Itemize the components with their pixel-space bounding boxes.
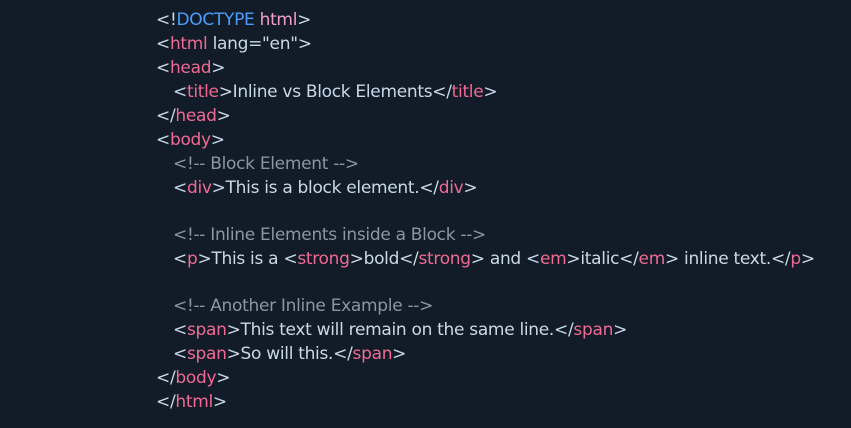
token-tag: span xyxy=(352,344,393,364)
token-text: Inline vs Block Elements xyxy=(232,82,433,102)
code-line-body-open: <body> xyxy=(156,128,815,152)
token-punct: > xyxy=(212,392,227,412)
token-text: inline text. xyxy=(678,249,771,269)
token-text: italic xyxy=(580,249,620,269)
token-punct: </ xyxy=(156,368,176,388)
code-line-doctype: <!DOCTYPE html> xyxy=(156,8,815,32)
token-text: This text will remain on the same line. xyxy=(240,320,555,340)
code-line-comment-block: <!-- Block Element --> xyxy=(156,152,815,176)
token-punct: > xyxy=(664,249,679,269)
token-tag: span xyxy=(573,320,614,340)
token-tag: div xyxy=(186,178,212,198)
code-line-head-close: </head> xyxy=(156,104,815,128)
token-punct: > xyxy=(349,249,364,269)
code-line-span-1: <span>This text will remain on the same … xyxy=(156,318,815,342)
token-punct: > xyxy=(211,58,226,78)
token-tag: html xyxy=(175,392,213,412)
token-punct: < xyxy=(173,249,187,269)
code-line-body-close: </body> xyxy=(156,366,815,390)
token-text: This is a xyxy=(211,249,284,269)
token-punct: < xyxy=(526,249,540,269)
token-punct: > xyxy=(463,178,478,198)
token-punct: > xyxy=(210,130,225,150)
token-punct: > xyxy=(483,82,498,102)
token-tag: p xyxy=(790,249,801,269)
code-line-span-2: <span>So will this.</span> xyxy=(156,342,815,366)
code-line-comment-another: <!-- Another Inline Example --> xyxy=(156,294,815,318)
token-punct: > xyxy=(613,320,628,340)
token-punct: > xyxy=(470,249,485,269)
token-punct: < xyxy=(283,249,298,269)
token-comment: <!-- Inline Elements inside a Block --> xyxy=(173,225,486,245)
token-punct: > xyxy=(226,320,241,340)
token-punct: > xyxy=(226,344,241,364)
token-punct: > xyxy=(566,249,581,269)
token-doctype-keyword: DOCTYPE xyxy=(176,10,255,30)
token-tag: head xyxy=(169,58,212,78)
code-editor[interactable]: <!DOCTYPE html> <html lang="en"> <head> … xyxy=(0,0,851,428)
code-line-html-close: </html> xyxy=(156,390,815,414)
token-punct: </ xyxy=(333,344,353,364)
token-punct: < xyxy=(173,82,187,102)
token-punct: </ xyxy=(399,249,419,269)
code-line-paragraph: <p>This is a <strong>bold</strong> and <… xyxy=(156,247,815,271)
token-punct: <! xyxy=(156,10,177,30)
token-punct: </ xyxy=(770,249,791,269)
token-punct: </ xyxy=(619,249,639,269)
token-punct: </ xyxy=(156,106,176,126)
token-punct: < xyxy=(156,58,170,78)
token-tag: title xyxy=(451,82,484,102)
token-punct: > xyxy=(218,82,233,102)
token-text: and xyxy=(484,249,527,269)
token-comment: <!-- Block Element --> xyxy=(173,154,359,174)
token-punct: < xyxy=(173,320,187,340)
token-punct: </ xyxy=(419,178,439,198)
token-text: This is a block element. xyxy=(225,178,420,198)
token-punct: > xyxy=(297,10,312,30)
token-tag: p xyxy=(186,249,198,269)
token-punct: > xyxy=(297,34,312,54)
token-punct: < xyxy=(173,178,187,198)
code-line-head-open: <head> xyxy=(156,56,815,80)
token-doctype-name: html xyxy=(259,10,298,30)
code-line-comment-inline: <!-- Inline Elements inside a Block --> xyxy=(156,223,815,247)
token-tag: body xyxy=(169,130,211,150)
token-tag: body xyxy=(175,368,217,388)
token-tag: head xyxy=(175,106,217,126)
code-line-html-open: <html lang="en"> xyxy=(156,32,815,56)
token-tag: span xyxy=(186,344,227,364)
token-tag: html xyxy=(169,34,208,54)
token-text: So will this. xyxy=(240,344,334,364)
token-punct: > xyxy=(800,249,815,269)
token-attribute: lang="en" xyxy=(207,34,298,54)
token-tag: strong xyxy=(297,249,350,269)
code-block[interactable]: <!DOCTYPE html> <html lang="en"> <head> … xyxy=(156,8,815,414)
token-tag: em xyxy=(638,249,666,269)
token-comment: <!-- Another Inline Example --> xyxy=(173,296,434,316)
token-tag: title xyxy=(186,82,219,102)
token-punct: < xyxy=(156,130,170,150)
code-line-div: <div>This is a block element.</div> xyxy=(156,176,815,200)
token-text: bold xyxy=(363,249,400,269)
token-tag: em xyxy=(539,249,567,269)
token-tag: strong xyxy=(418,249,471,269)
token-punct: </ xyxy=(554,320,574,340)
token-punct: </ xyxy=(156,392,176,412)
token-punct: </ xyxy=(432,82,452,102)
token-punct: < xyxy=(173,344,187,364)
token-tag: span xyxy=(186,320,227,340)
code-line-title: <title>Inline vs Block Elements</title> xyxy=(156,80,815,104)
token-punct: > xyxy=(216,368,231,388)
token-punct: > xyxy=(197,249,212,269)
token-punct: > xyxy=(392,344,407,364)
token-punct: > xyxy=(211,178,226,198)
token-tag: div xyxy=(438,178,464,198)
token-punct: < xyxy=(156,34,170,54)
token-punct: > xyxy=(216,106,231,126)
